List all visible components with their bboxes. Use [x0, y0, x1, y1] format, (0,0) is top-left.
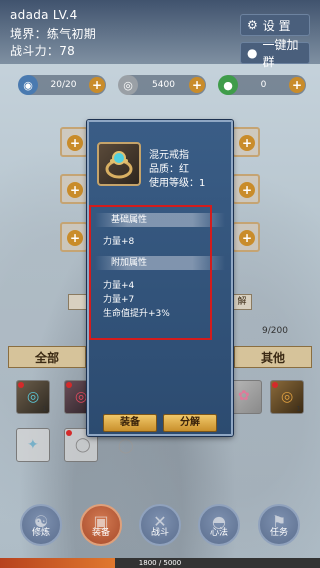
new-badge: [18, 382, 24, 388]
new-badge: [66, 382, 72, 388]
player-header: adada LV.4 境界：练气初期 战斗力：78 ⚙ 设 置 ● 一键加群: [0, 0, 320, 69]
inventory-capacity: 9/200: [262, 326, 288, 336]
ring-icon: ◎: [75, 389, 88, 405]
add-silver-button[interactable]: +: [189, 77, 205, 93]
highlight-box: [89, 205, 212, 340]
equip-slot[interactable]: +: [232, 222, 260, 252]
equip-slot[interactable]: +: [60, 127, 88, 157]
equip-slot[interactable]: +: [60, 174, 88, 204]
item-quality: 品质：红: [149, 164, 189, 175]
xp-text: 1800 / 5000: [138, 559, 182, 567]
energy-icon: ◉: [18, 75, 38, 95]
sort-button[interactable]: 解: [232, 294, 252, 310]
swords-icon: ✕: [153, 512, 167, 531]
jade-icon: ●: [218, 75, 238, 95]
join-group-label: 一键加群: [262, 38, 299, 69]
chat-icon: ●: [247, 46, 258, 60]
gear-icon: ⚙: [247, 18, 258, 32]
xp-bar: 1800 / 5000: [0, 558, 320, 568]
helmet-icon: ◓: [212, 512, 226, 531]
player-power: 战斗力：78: [10, 44, 76, 58]
inventory-item[interactable]: ✿: [228, 380, 262, 414]
inventory-item[interactable]: ◎ 1: [16, 380, 50, 414]
flower-icon: ✿: [238, 388, 250, 404]
add-jade-button[interactable]: +: [289, 77, 305, 93]
new-badge: [272, 382, 278, 388]
plus-icon: +: [239, 135, 255, 151]
nav-equipment[interactable]: ▣ 装备: [80, 504, 122, 546]
add-energy-button[interactable]: +: [89, 77, 105, 93]
decompose-button[interactable]: 分解: [163, 414, 217, 432]
nav-cultivate[interactable]: ☯ 修炼: [20, 504, 62, 546]
plus-icon: +: [67, 182, 83, 198]
settings-button[interactable]: ⚙ 设 置: [240, 14, 310, 36]
shuriken-icon: ✦: [27, 437, 39, 453]
plus-icon: +: [67, 230, 83, 246]
ring-icon: [105, 151, 133, 179]
decompose-all-button[interactable]: [68, 294, 88, 310]
item-icon: [97, 142, 141, 186]
equip-slot[interactable]: +: [232, 174, 260, 204]
item-name: 混元戒指: [149, 150, 189, 161]
equip-slot[interactable]: +: [60, 222, 88, 252]
armor-icon: ▣: [93, 512, 109, 531]
equip-button[interactable]: 装备: [103, 414, 157, 432]
ring-icon: ◎: [281, 389, 294, 405]
player-name-level: adada LV.4: [10, 8, 78, 22]
bottom-nav: ☯ 修炼 ▣ 装备 ✕ 战斗 ◓ 心法 ⚑ 任务: [0, 500, 320, 558]
inventory-item[interactable]: ◯: [116, 436, 140, 460]
ring-icon: ◯: [75, 437, 91, 453]
tab-other[interactable]: 其他: [234, 346, 312, 368]
jade-value: 0: [260, 80, 267, 90]
equip-slot[interactable]: +: [232, 127, 260, 157]
tab-other-label: 其他: [260, 350, 285, 365]
energy-value: 20/20: [50, 80, 77, 90]
resource-energy: ◉ 20/20 +: [18, 75, 106, 95]
resource-jade: ● 0 +: [218, 75, 306, 95]
settings-label: 设 置: [262, 18, 291, 33]
silver-icon: ◎: [118, 75, 138, 95]
plus-icon: +: [239, 182, 255, 198]
flag-icon: ⚑: [271, 512, 287, 531]
ring-icon: ◎: [27, 389, 40, 405]
plus-icon: +: [67, 135, 83, 151]
tab-all[interactable]: 全部: [8, 346, 86, 368]
join-group-button[interactable]: ● 一键加群: [240, 38, 310, 69]
silver-value: 5400: [152, 80, 175, 90]
inventory-item[interactable]: ◎ 1: [270, 380, 304, 414]
meditate-icon: ☯: [33, 512, 49, 531]
resource-silver: ◎ 5400 +: [118, 75, 206, 95]
nav-quests[interactable]: ⚑ 任务: [258, 504, 300, 546]
plus-icon: +: [239, 230, 255, 246]
item-use-level: 使用等级：1: [149, 178, 206, 189]
inventory-item[interactable]: ✦: [16, 428, 50, 462]
tab-all-label: 全部: [34, 350, 59, 365]
nav-mind-method[interactable]: ◓ 心法: [198, 504, 240, 546]
nav-battle[interactable]: ✕ 战斗: [139, 504, 181, 546]
ring-icon: ◯: [118, 438, 134, 454]
new-badge: [66, 430, 72, 436]
player-realm: 境界：练气初期: [10, 27, 97, 41]
